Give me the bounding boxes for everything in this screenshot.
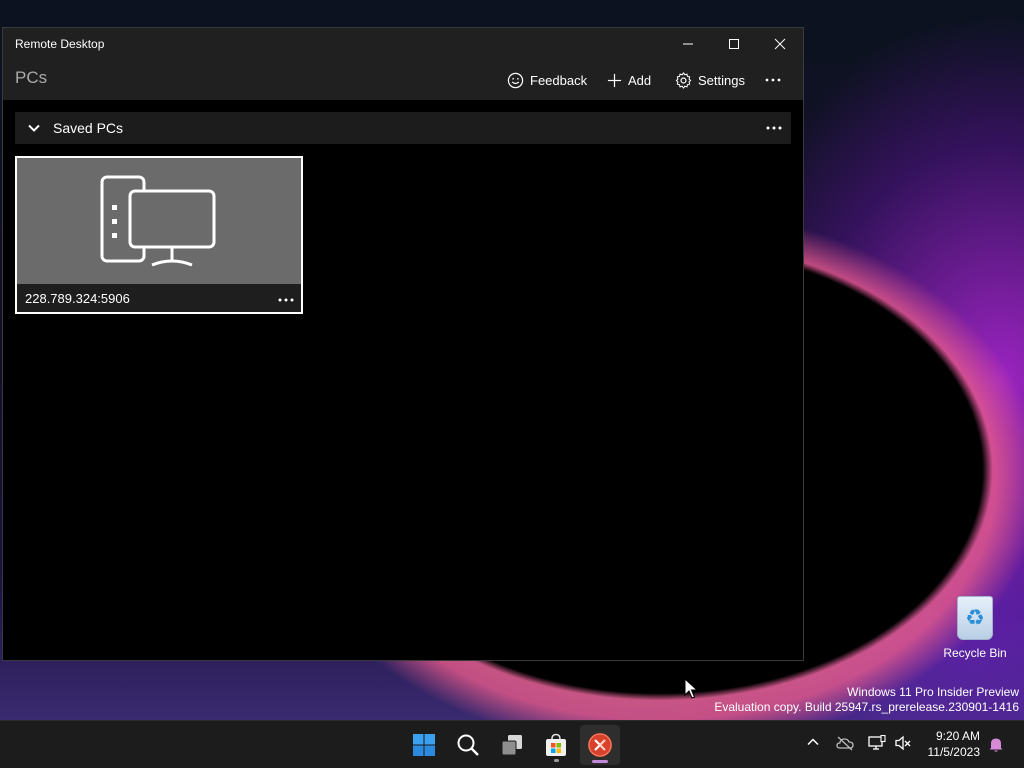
chevron-up-icon[interactable] xyxy=(806,735,820,749)
settings-button[interactable]: Settings xyxy=(675,68,745,92)
recycle-bin[interactable]: Recycle Bin xyxy=(940,596,1010,660)
network-icon[interactable] xyxy=(868,735,886,751)
gear-icon xyxy=(675,71,692,89)
recycle-bin-label: Recycle Bin xyxy=(943,646,1007,660)
taskbar: 9:20 AM 11/5/2023 xyxy=(0,720,1024,768)
notification-bell-icon[interactable] xyxy=(988,736,1004,753)
mouse-cursor-icon xyxy=(684,678,698,699)
smiley-icon xyxy=(507,72,524,88)
system-clock[interactable]: 9:20 AM 11/5/2023 xyxy=(928,728,981,760)
maximize-button[interactable] xyxy=(711,28,757,60)
recycle-bin-icon xyxy=(957,596,993,640)
clock-date: 11/5/2023 xyxy=(927,745,981,759)
group-more-icon[interactable] xyxy=(765,118,783,138)
more-icon xyxy=(765,78,781,82)
store-running-indicator xyxy=(554,759,559,762)
task-view-button[interactable] xyxy=(492,725,532,765)
window-title: Remote Desktop xyxy=(15,37,105,51)
start-icon xyxy=(413,734,435,756)
feedback-label: Feedback xyxy=(530,72,588,88)
pc-thumbnail xyxy=(17,158,301,284)
search-icon xyxy=(457,734,479,756)
add-button[interactable]: Add xyxy=(607,68,651,92)
remote-desktop-taskbar-button[interactable] xyxy=(580,725,620,765)
chevron-down-icon[interactable] xyxy=(27,121,41,135)
group-label: Saved PCs xyxy=(53,120,124,136)
volume-muted-icon[interactable] xyxy=(894,735,912,751)
settings-label: Settings xyxy=(698,72,745,88)
remote-desktop-icon xyxy=(588,733,612,757)
onedrive-offline-icon[interactable] xyxy=(836,735,854,751)
store-button[interactable] xyxy=(536,725,576,765)
remote-desktop-window: Remote Desktop PCs Feedback Add Settings… xyxy=(2,27,804,661)
page-title: PCs xyxy=(15,68,48,87)
close-icon xyxy=(774,38,786,50)
title-bar[interactable]: Remote Desktop xyxy=(3,28,803,60)
pc-tile[interactable]: 228.789.324:5906 xyxy=(15,156,303,314)
maximize-icon xyxy=(729,39,739,49)
active-app-indicator xyxy=(592,760,608,763)
windows-watermark: Windows 11 Pro Insider Preview Evaluatio… xyxy=(714,685,1019,715)
watermark-build: Evaluation copy. Build 25947.rs_prerelea… xyxy=(714,700,1019,714)
more-options-button[interactable] xyxy=(765,68,781,92)
search-button[interactable] xyxy=(448,725,488,765)
minimize-button[interactable] xyxy=(665,28,711,60)
plus-icon xyxy=(607,73,622,87)
add-label: Add xyxy=(628,72,652,88)
start-button[interactable] xyxy=(404,725,444,765)
watermark-edition: Windows 11 Pro Insider Preview xyxy=(847,685,1019,699)
desktop-pc-icon xyxy=(100,175,216,267)
pc-more-icon[interactable] xyxy=(277,290,295,310)
feedback-button[interactable]: Feedback xyxy=(507,68,587,92)
pc-name: 228.789.324:5906 xyxy=(25,291,130,306)
close-button[interactable] xyxy=(757,28,803,60)
store-icon xyxy=(546,733,566,756)
task-view-icon xyxy=(501,735,522,756)
clock-time: 9:20 AM xyxy=(935,729,980,743)
saved-pcs-group-header[interactable]: Saved PCs xyxy=(15,112,791,144)
minimize-icon xyxy=(683,43,693,45)
command-bar: PCs Feedback Add Settings xyxy=(3,60,803,100)
